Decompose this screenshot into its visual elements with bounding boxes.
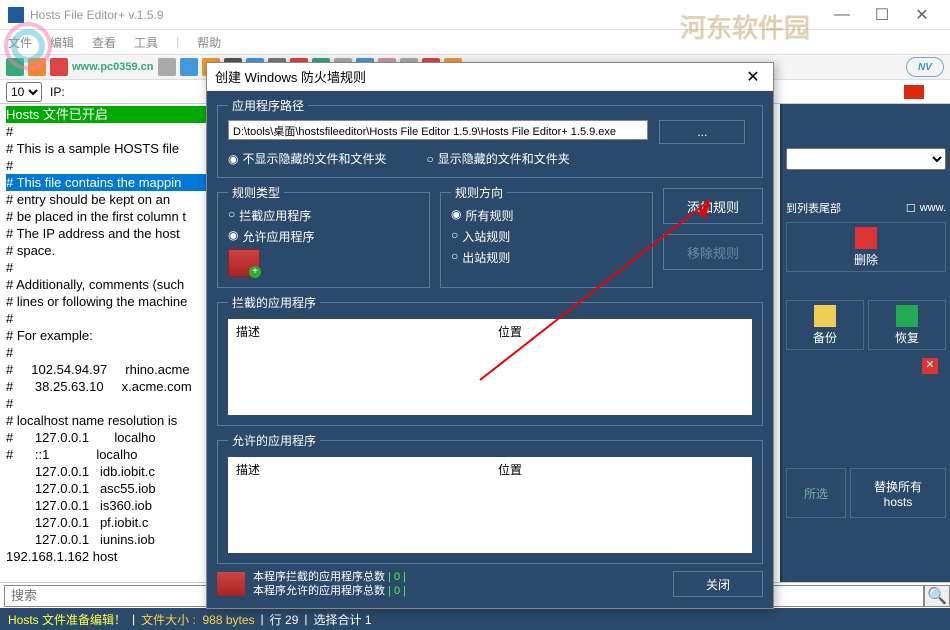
menu-edit[interactable]: 编辑 <box>50 34 74 51</box>
radio-allow[interactable]: ◉允许应用程序 <box>228 228 419 245</box>
status-bar: Hosts 文件准备编辑！ | 文件大小 : 988 bytes | 行 29 … <box>0 608 950 630</box>
firewall-dialog: 创建 Windows 防火墙规则 ✕ 应用程序路径 D:\tools\桌面\ho… <box>206 62 774 609</box>
menu-tools[interactable]: 工具 <box>134 34 158 51</box>
wm-url: www.pc0359.cn <box>72 61 154 73</box>
label-list-end: 到列表尾部 <box>786 200 841 216</box>
titlebar: Hosts File Editor+ v.1.5.9 — ☐ ✕ <box>0 0 950 30</box>
radio-hide-off[interactable]: ◉不显示隐藏的文件和文件夹 <box>228 150 387 167</box>
restore-icon <box>896 305 918 327</box>
ip-label: IP: <box>50 85 65 99</box>
radio-dir-in[interactable]: ○入站规则 <box>451 228 642 245</box>
num-select[interactable]: 10 <box>6 82 42 102</box>
firewall-icon <box>228 249 260 277</box>
allowed-apps-group: 允许的应用程序 描述 位置 <box>217 432 763 564</box>
path-input[interactable]: D:\tools\桌面\hostsfileeditor\Hosts File E… <box>228 120 648 140</box>
radio-dir-all[interactable]: ◉所有规则 <box>451 207 642 224</box>
radio-dir-out[interactable]: ○出站规则 <box>451 249 642 266</box>
radio-block[interactable]: ○拦截应用程序 <box>228 207 419 224</box>
blocked-list[interactable]: 描述 位置 <box>228 319 752 415</box>
add-rule-button[interactable]: 添加规则 <box>663 188 763 224</box>
nv-logo: NV <box>906 57 944 77</box>
remove-rule-button[interactable]: 移除规则 <box>663 234 763 270</box>
col-loc: 位置 <box>490 319 752 415</box>
dialog-close-button[interactable]: ✕ <box>741 67 765 87</box>
menu-view[interactable]: 查看 <box>92 34 116 51</box>
right-combo-1[interactable] <box>786 148 946 170</box>
window-title: Hosts File Editor+ v.1.5.9 <box>30 8 822 22</box>
resel-button[interactable]: 所选 <box>786 468 846 518</box>
browse-button[interactable]: ... <box>659 120 745 144</box>
delete-button[interactable]: 删除 <box>786 222 946 272</box>
tb-icon-1[interactable] <box>6 58 24 76</box>
restore-button[interactable]: 恢复 <box>868 300 946 350</box>
app-icon <box>8 7 24 23</box>
dialog-title: 创建 Windows 防火墙规则 <box>215 67 366 86</box>
status-ready: Hosts 文件准备编辑！ <box>8 611 126 628</box>
summary-text: 本程序拦截的应用程序总数 | 0 | 本程序允许的应用程序总数 | 0 | <box>253 570 406 598</box>
maximize-button[interactable]: ☐ <box>862 0 902 30</box>
blocked-apps-group: 拦截的应用程序 描述 位置 <box>217 294 763 426</box>
menu-file[interactable]: 文件 <box>8 34 32 51</box>
rule-direction-group: 规则方向 ◉所有规则 ○入站规则 ○出站规则 <box>440 184 653 288</box>
panel-close-icon[interactable]: ✕ <box>922 358 938 374</box>
allowed-list[interactable]: 描述 位置 <box>228 457 752 553</box>
tb-icon-5[interactable] <box>158 58 176 76</box>
col-desc: 描述 <box>228 319 490 415</box>
dialog-titlebar[interactable]: 创建 Windows 防火墙规则 ✕ <box>207 63 773 91</box>
menubar: 文件 编辑 查看 工具 | 帮助 <box>0 30 950 54</box>
flag-cn-icon[interactable] <box>904 85 924 99</box>
tb-icon-3[interactable] <box>50 58 68 76</box>
minimize-button[interactable]: — <box>822 0 862 30</box>
chk-www-label[interactable]: www. <box>920 202 946 214</box>
close-button[interactable]: ✕ <box>902 0 942 30</box>
tb-icon-2[interactable] <box>28 58 46 76</box>
menu-help[interactable]: 帮助 <box>197 34 221 51</box>
rule-type-group: 规则类型 ○拦截应用程序 ◉允许应用程序 <box>217 184 430 288</box>
search-button[interactable]: 🔍 <box>924 585 950 607</box>
delete-icon <box>855 227 877 249</box>
dialog-close-btn[interactable]: 关闭 <box>673 571 763 597</box>
right-panel: 到列表尾部 ☐ www. 删除 备份 恢复 ✕ 所选 <box>780 104 950 582</box>
backup-icon <box>814 305 836 327</box>
replace-all-button[interactable]: 替换所有hosts <box>850 468 946 518</box>
tb-icon-6[interactable] <box>180 58 198 76</box>
radio-hide-on[interactable]: ○显示隐藏的文件和文件夹 <box>427 150 570 167</box>
backup-button[interactable]: 备份 <box>786 300 864 350</box>
path-group: 应用程序路径 D:\tools\桌面\hostsfileeditor\Hosts… <box>217 97 763 178</box>
firewall-small-icon <box>217 572 245 596</box>
